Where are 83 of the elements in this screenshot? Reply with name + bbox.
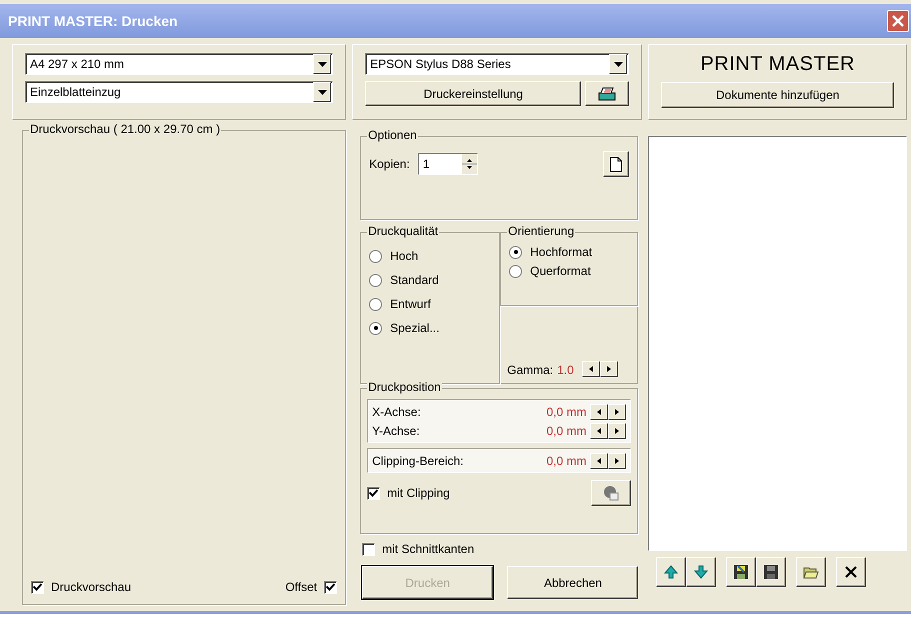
group-title: Druckposition xyxy=(367,380,442,394)
caret-icon xyxy=(318,62,327,66)
caret-icon xyxy=(318,90,327,94)
checkbox-label: Druckvorschau xyxy=(51,580,132,594)
close-button[interactable] xyxy=(887,10,909,32)
page-icon xyxy=(610,156,622,172)
save-icon xyxy=(733,564,750,580)
clipping-label: Clipping-Bereich: xyxy=(372,454,464,468)
radio-button[interactable] xyxy=(369,250,382,262)
toolbar-button[interactable] xyxy=(726,557,756,587)
close-icon xyxy=(892,15,904,27)
right-arrow-icon xyxy=(615,458,620,464)
radio-label: Hoch xyxy=(390,249,418,263)
radio-label: Standard xyxy=(390,273,439,287)
axis-label: Y-Achse: xyxy=(372,424,421,438)
add-documents-button[interactable]: Dokumente hinzufügen xyxy=(661,82,894,108)
toolbar-button[interactable] xyxy=(756,557,786,587)
checkmark-icon xyxy=(326,583,336,591)
increase-button[interactable] xyxy=(608,404,626,420)
group-title: Druckqualität xyxy=(367,224,440,238)
left-arrow-icon xyxy=(588,366,593,372)
checkbox[interactable] xyxy=(367,486,380,500)
toolbar-button[interactable] xyxy=(796,557,826,587)
copies-field[interactable]: 1 xyxy=(418,153,478,175)
color-button[interactable] xyxy=(591,480,632,506)
printer-button[interactable] xyxy=(585,81,630,106)
printer-settings-button[interactable]: Druckereinstellung xyxy=(365,81,582,106)
checkbox-label: mit Clipping xyxy=(387,486,450,500)
clipping-value: 0,0 mm xyxy=(546,454,586,468)
toolbar-button[interactable] xyxy=(836,557,866,587)
axis-label: X-Achse: xyxy=(372,404,422,418)
dropdown[interactable]: Einzelblatteinzug xyxy=(25,81,334,103)
radio-label: Spezial... xyxy=(390,321,440,335)
radio-label: Querformat xyxy=(530,264,591,278)
left-arrow-icon xyxy=(597,408,602,414)
app-title: PRINT MASTER xyxy=(699,53,856,76)
right-arrow-icon xyxy=(606,366,611,372)
cancel-button[interactable]: Abbrechen xyxy=(507,566,638,599)
gamma-label: Gamma: xyxy=(507,363,554,377)
decrease-button[interactable] xyxy=(582,361,600,377)
radio-button[interactable] xyxy=(509,246,522,258)
toolbar-button[interactable] xyxy=(656,557,686,587)
printer-icon xyxy=(597,86,618,102)
toolbar-button[interactable] xyxy=(686,557,716,587)
radio-label: Hochformat xyxy=(530,245,592,259)
up-arrow-icon xyxy=(663,564,680,580)
checkbox[interactable] xyxy=(324,580,338,594)
decrease-button[interactable] xyxy=(590,422,608,438)
checkbox[interactable] xyxy=(362,542,376,556)
radio-button[interactable] xyxy=(509,264,522,278)
left-arrow-icon xyxy=(597,458,602,464)
checkbox-label: mit Schnittkanten xyxy=(382,542,474,556)
radio-button[interactable] xyxy=(369,274,382,286)
down-arrow-icon xyxy=(693,564,710,580)
increase-button[interactable] xyxy=(600,361,618,377)
increase-button[interactable] xyxy=(608,452,626,468)
right-arrow-icon xyxy=(615,408,620,414)
axis-value: 0,0 mm xyxy=(546,424,586,438)
group-title: Optionen xyxy=(367,128,418,142)
radio-label: Entwurf xyxy=(390,297,431,311)
copies-label: Kopien: xyxy=(369,157,410,171)
gamma-value: 1.0 xyxy=(557,363,574,377)
delete-icon xyxy=(843,564,860,580)
checkmark-icon xyxy=(33,583,42,591)
radio-button[interactable] xyxy=(369,298,382,310)
decrease-button[interactable] xyxy=(590,404,608,420)
axis-value: 0,0 mm xyxy=(546,404,586,418)
left-arrow-icon xyxy=(597,428,602,434)
dropdown[interactable]: EPSON Stylus D88 Series xyxy=(365,53,630,75)
right-arrow-icon xyxy=(615,428,620,434)
caret-icon xyxy=(614,62,623,66)
group-title: Druckvorschau ( 21.00 x 29.70 cm ) xyxy=(29,122,222,136)
checkmark-icon xyxy=(369,489,378,497)
window-title: PRINT MASTER: Drucken xyxy=(8,13,178,29)
color-icon xyxy=(603,485,620,501)
new-page-button[interactable] xyxy=(603,151,630,177)
radio-button[interactable] xyxy=(369,322,382,334)
decrease-button[interactable] xyxy=(590,452,608,468)
increase-button[interactable] xyxy=(608,422,626,438)
checkbox-label: Offset xyxy=(285,580,318,594)
checkbox[interactable] xyxy=(31,580,44,594)
dropdown[interactable]: A4 297 x 210 mm xyxy=(25,53,334,75)
group-title: Orientierung xyxy=(507,224,576,238)
